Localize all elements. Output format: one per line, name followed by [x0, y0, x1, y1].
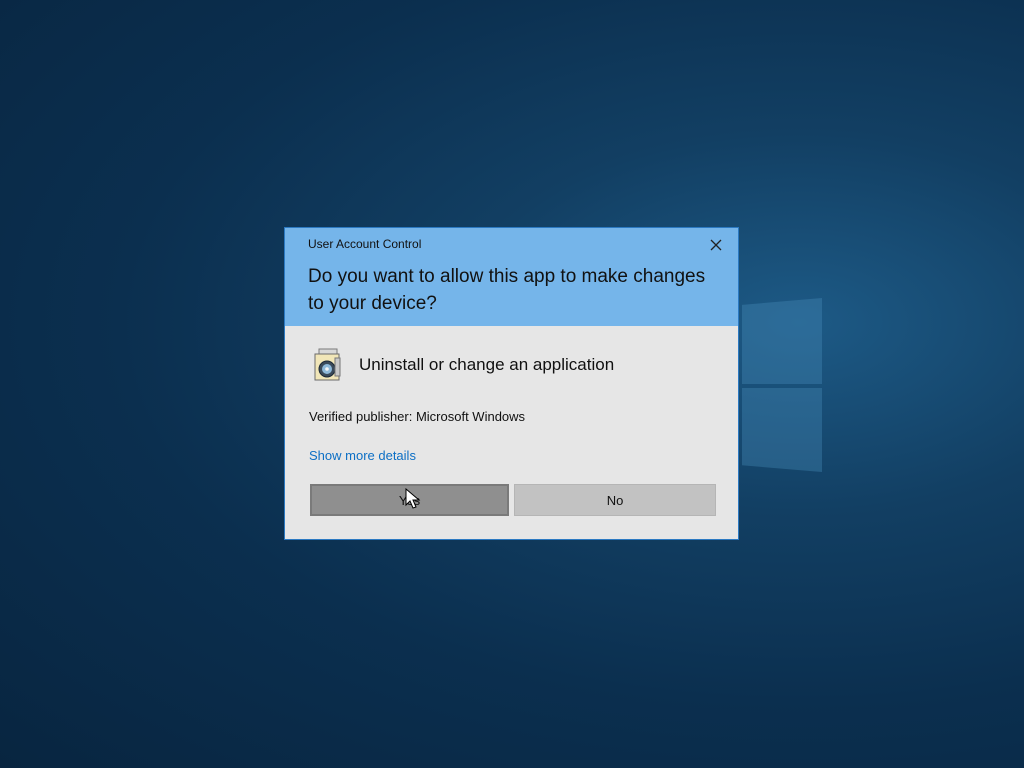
dialog-question: Do you want to allow this app to make ch… [308, 266, 706, 314]
windows-logo-wallpaper [742, 290, 822, 480]
dialog-header: User Account Control Do you want to allo… [285, 228, 738, 326]
close-icon [710, 239, 722, 251]
app-row: Uninstall or change an application [313, 348, 614, 382]
installer-disc-icon [313, 348, 343, 382]
publisher-label: Verified publisher: [309, 409, 413, 424]
uac-dialog: User Account Control Do you want to allo… [284, 227, 739, 540]
close-button[interactable] [702, 234, 730, 256]
dialog-title: User Account Control [308, 237, 422, 251]
publisher-info: Verified publisher: Microsoft Windows [309, 409, 525, 424]
publisher-name: Microsoft Windows [415, 409, 526, 424]
show-more-details-link[interactable]: Show more details [309, 448, 416, 463]
yes-button[interactable]: Yes [310, 484, 509, 516]
app-name: Uninstall or change an application [359, 355, 615, 374]
no-button[interactable]: No [514, 484, 716, 516]
